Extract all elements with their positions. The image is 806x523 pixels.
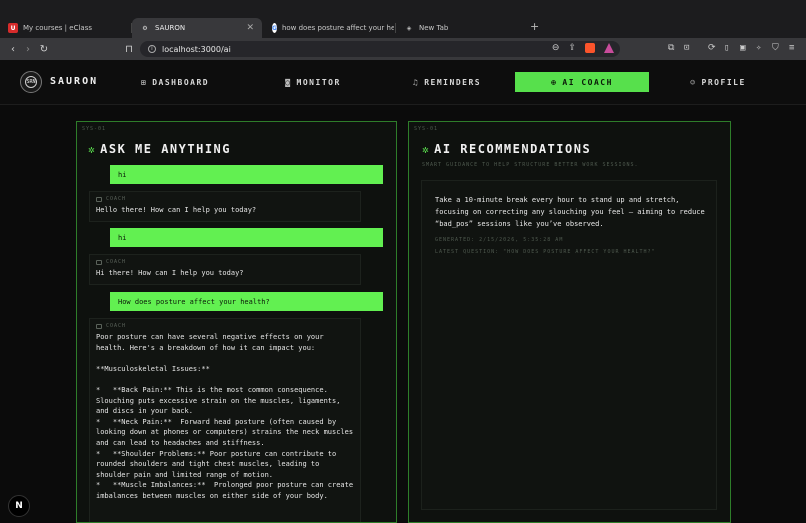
bot-icon — [96, 323, 102, 329]
recommendations-title: ✲ AI RECOMMENDATIONS — [422, 142, 591, 156]
nav-profile[interactable]: ☺ PROFILE — [690, 72, 746, 92]
user-message: hi — [110, 228, 383, 247]
coach-message: COACH Poor posture can have several nega… — [89, 318, 361, 522]
user-message-text: How does posture affect your health? — [118, 297, 270, 306]
tab-eclass[interactable]: U My courses | eClass — [0, 18, 128, 38]
nav-label: DASHBOARD — [152, 77, 210, 87]
nav-monitor[interactable]: ◙ MONITOR — [283, 72, 343, 92]
nav-label: MONITOR — [296, 77, 341, 87]
extensions-icon[interactable]: ⧉ — [668, 43, 674, 53]
eclass-favicon-icon: U — [8, 23, 18, 33]
site-info-icon[interactable]: i — [148, 45, 156, 53]
nav-label: AI COACH — [562, 77, 613, 87]
app-root: SRN SAURON ⊞ DASHBOARD ◙ MONITOR ♫ REMIN… — [0, 60, 806, 523]
coach-label: COACH — [106, 323, 127, 329]
sparkle-icon: ✲ — [88, 142, 97, 156]
zoom-icon[interactable]: ⊖ — [552, 43, 560, 53]
reload-icon[interactable]: ↻ — [37, 42, 51, 56]
bell-icon: ♫ — [412, 77, 420, 87]
coach-message-text: Hello there! How can I help you today? — [96, 206, 257, 214]
nav-label: PROFILE — [701, 77, 746, 87]
brand-name: SAURON — [50, 76, 99, 87]
address-bar[interactable]: i localhost:3000/ai ⊖ ⇪ — [140, 41, 620, 57]
coach-message-text: Hi there! How can I help you today? — [96, 269, 244, 277]
compass-icon: ⊕ — [551, 77, 558, 87]
globe-icon: ⚙ — [142, 24, 148, 32]
tab-title: how does posture affect your heal — [281, 24, 394, 32]
bookmark-icon[interactable]: ⊓ — [122, 42, 136, 56]
coach-tag: COACH — [96, 323, 354, 329]
brave-rewards-icon[interactable] — [604, 43, 614, 53]
coach-tag: COACH — [96, 259, 354, 265]
sauron-logo[interactable]: SRN — [20, 71, 42, 93]
wallet-icon[interactable]: ▣ — [740, 43, 745, 53]
user-message: How does posture affect your health? — [110, 292, 383, 311]
nextjs-dev-badge[interactable]: N — [8, 495, 30, 517]
recommendations-subtitle: SMART GUIDANCE TO HELP STRUCTURE BETTER … — [422, 162, 639, 168]
recommendation-card: Take a 10-minute break every hour to sta… — [421, 180, 717, 510]
vpn-icon[interactable]: ⛉ — [772, 43, 779, 53]
recommendation-text: Take a 10-minute break every hour to sta… — [435, 196, 705, 228]
camera-icon: ◙ — [285, 77, 292, 87]
coach-message: COACH Hello there! How can I help you to… — [89, 191, 361, 222]
sync-icon[interactable]: ⟳ — [708, 43, 716, 53]
tab-google-search[interactable]: G how does posture affect your heal — [264, 18, 394, 38]
bot-icon — [96, 196, 102, 202]
screenshot-icon[interactable]: ⊡ — [684, 43, 689, 53]
coach-message-text: Poor posture can have several negative e… — [96, 333, 354, 500]
nav-dashboard[interactable]: ⊞ DASHBOARD — [140, 72, 210, 92]
coach-label: COACH — [106, 196, 127, 202]
user-message: hi — [110, 165, 383, 184]
nav-reminders[interactable]: ♫ REMINDERS — [412, 72, 482, 92]
user-message-text: hi — [118, 170, 127, 179]
top-navigation: SRN SAURON ⊞ DASHBOARD ◙ MONITOR ♫ REMIN… — [0, 60, 806, 105]
tab-sauron[interactable]: ⚙ SAURON ✕ — [132, 18, 262, 38]
close-tab-icon[interactable]: ✕ — [246, 23, 254, 33]
tab-title: My courses | eClass — [23, 24, 92, 32]
tab-title: New Tab — [419, 24, 449, 32]
coach-label: COACH — [106, 259, 127, 265]
tab-new-tab[interactable]: ◈ New Tab — [396, 18, 526, 38]
new-tab-button[interactable]: + — [530, 20, 539, 33]
chat-title: ✲ ASK ME ANYTHING — [88, 142, 231, 156]
latest-question: LATEST QUESTION: "HOW DOES POSTURE AFFEC… — [435, 249, 656, 255]
generated-timestamp: GENERATED: 2/15/2026, 5:35:28 AM — [435, 237, 564, 243]
forward-icon[interactable]: › — [21, 42, 35, 56]
google-favicon-icon: G — [272, 23, 277, 33]
bot-icon — [96, 259, 102, 265]
nav-label: REMINDERS — [424, 77, 482, 87]
menu-icon[interactable]: ≡ — [789, 43, 794, 53]
coach-tag: COACH — [96, 196, 354, 202]
brave-shields-icon[interactable] — [585, 43, 595, 53]
chat-panel: SYS-01 ✲ ASK ME ANYTHING hi COACH Hello … — [76, 121, 397, 523]
user-message-text: hi — [118, 233, 127, 242]
grid-icon: ⊞ — [140, 77, 148, 87]
leo-ai-icon[interactable]: ✧ — [756, 43, 761, 53]
recommendations-panel: SYS-01 ✲ AI RECOMMENDATIONS SMART GUIDAN… — [408, 121, 731, 523]
browser-tab-bar: U My courses | eClass ⚙ SAURON ✕ G how d… — [0, 0, 806, 38]
back-icon[interactable]: ‹ — [6, 42, 20, 56]
user-icon: ☺ — [690, 77, 697, 87]
panel-sys-label: SYS-01 — [414, 126, 439, 132]
nav-ai-coach[interactable]: ⊕ AI COACH — [515, 72, 649, 92]
tab-title: SAURON — [155, 24, 186, 32]
panel-sys-label: SYS-01 — [82, 126, 107, 132]
url-text: localhost:3000/ai — [162, 44, 231, 54]
brave-shield-favicon-icon: ◈ — [406, 24, 412, 32]
sidebar-icon[interactable]: ▯ — [724, 43, 729, 53]
share-icon[interactable]: ⇪ — [568, 43, 576, 53]
logo-mark: SRN — [25, 76, 37, 88]
coach-message: COACH Hi there! How can I help you today… — [89, 254, 361, 285]
recommendations-title-text: AI RECOMMENDATIONS — [434, 142, 592, 156]
browser-toolbar: ‹ › ↻ ⊓ i localhost:3000/ai ⊖ ⇪ ⧉ ⊡ ⟳ ▯ … — [0, 38, 806, 60]
chat-title-text: ASK ME ANYTHING — [100, 142, 231, 156]
sparkle-icon: ✲ — [422, 142, 431, 156]
